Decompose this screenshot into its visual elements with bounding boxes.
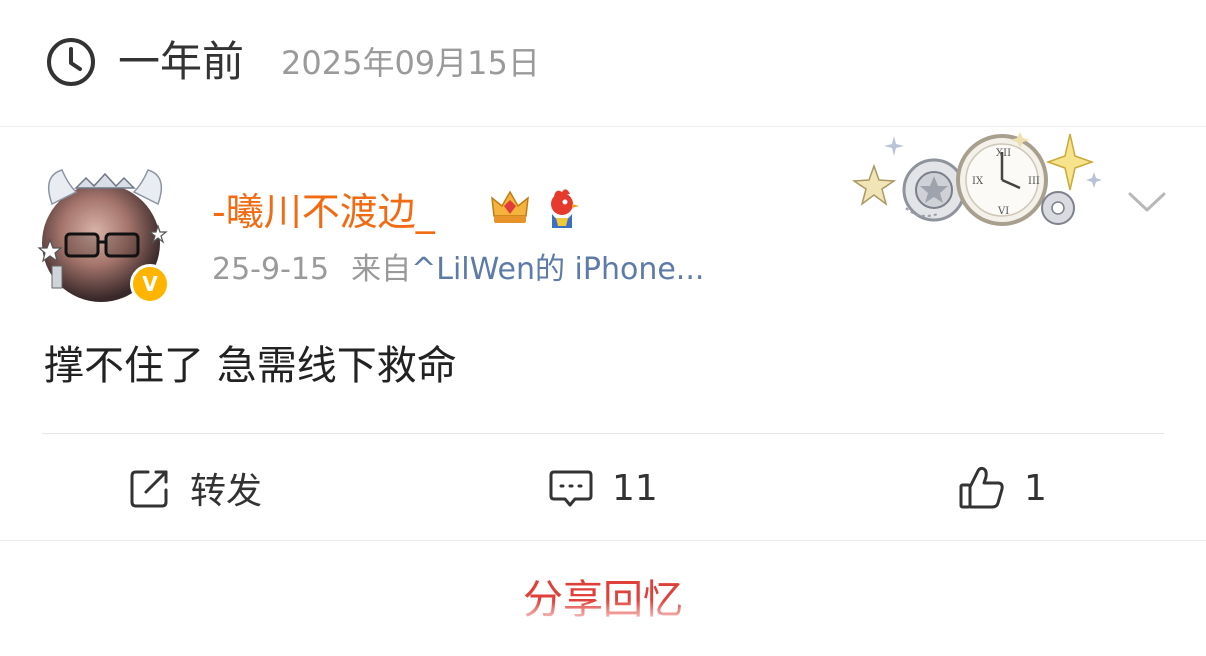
- comment-button[interactable]: 11: [548, 436, 658, 540]
- verified-badge: V: [130, 264, 170, 304]
- username[interactable]: -曦川不渡边_: [212, 188, 435, 236]
- post-source[interactable]: ^LilWen的 iPhone...: [411, 252, 704, 287]
- avatar[interactable]: V: [32, 156, 178, 304]
- memory-date: 2025年09月15日: [281, 44, 540, 82]
- post-card[interactable]: V -曦川不渡边_ 25-9-15 来自^LilWen的 iPhone... XI…: [0, 128, 1206, 540]
- source-prefix: 来自: [351, 252, 412, 287]
- repost-button[interactable]: 转发: [128, 436, 262, 540]
- post-content: 撑不住了 急需线下救命: [44, 343, 457, 389]
- repost-label: 转发: [190, 471, 263, 512]
- memory-header: 一年前 2025年09月15日: [0, 0, 1206, 127]
- like-count: 1: [1024, 467, 1047, 509]
- rooster-badge-icon[interactable]: [542, 188, 582, 232]
- post-time: 25-9-15: [212, 252, 330, 287]
- thumbs-up-icon: [959, 466, 1004, 509]
- clock-icon: [47, 38, 95, 86]
- comment-icon: [549, 470, 593, 507]
- divider: [42, 433, 1164, 434]
- share-fade-overlay: [470, 600, 740, 656]
- action-bar: 转发 11 1: [0, 436, 1206, 540]
- repost-icon: [130, 470, 168, 508]
- svg-text:III: III: [1028, 176, 1040, 187]
- crown-badge-icon[interactable]: [488, 186, 532, 230]
- svg-text:XII: XII: [996, 148, 1011, 159]
- post-meta: 25-9-15 来自^LilWen的 iPhone...: [212, 250, 704, 290]
- svg-text:IX: IX: [972, 176, 984, 187]
- svg-text:VI: VI: [997, 206, 1009, 217]
- card-decoration-clock-gears: XII III VI IX: [851, 132, 1102, 226]
- chevron-down-icon[interactable]: [1126, 188, 1168, 216]
- like-button[interactable]: 1: [958, 436, 1047, 540]
- section-divider: [0, 540, 1206, 541]
- comment-count: 11: [612, 467, 658, 509]
- relative-time: 一年前: [118, 37, 245, 86]
